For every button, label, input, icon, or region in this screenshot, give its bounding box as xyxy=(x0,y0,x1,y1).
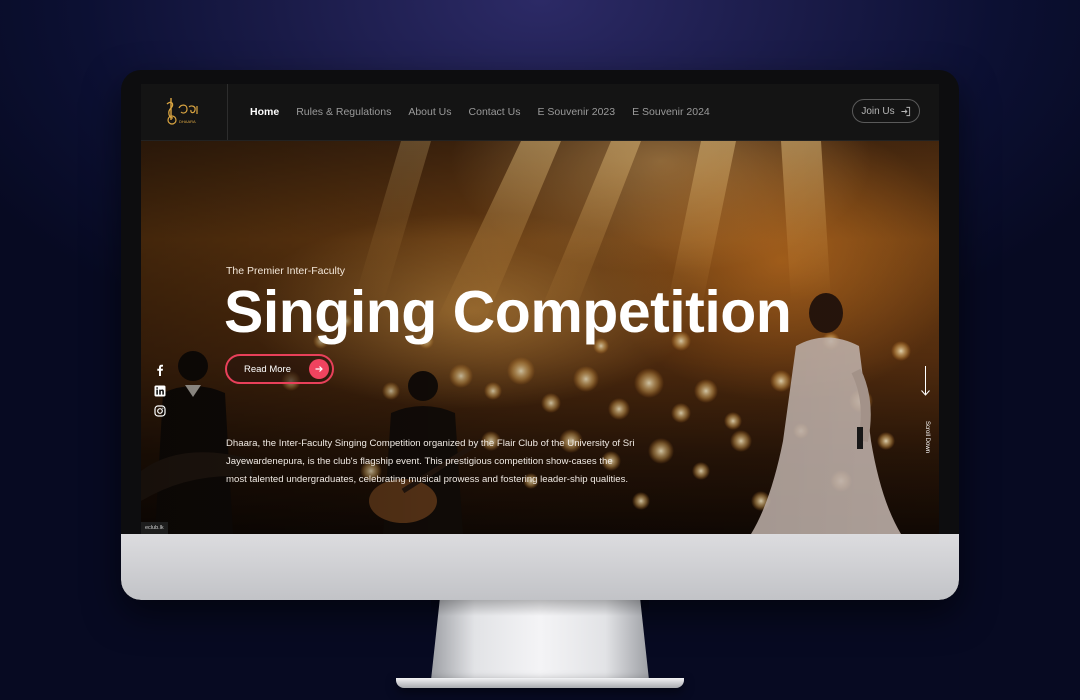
nav-about-us[interactable]: About Us xyxy=(408,106,451,118)
read-more-label: Read More xyxy=(244,364,291,375)
logo-divider xyxy=(227,84,228,140)
linkedin-icon[interactable] xyxy=(154,385,166,397)
login-icon xyxy=(901,106,910,116)
hero-description: Dhaara, the Inter-Faculty Singing Compet… xyxy=(226,438,635,485)
chevron-down-icon xyxy=(921,390,930,396)
main-nav: Home Rules & Regulations About Us Contac… xyxy=(250,84,710,140)
scroll-down-indicator[interactable]: Scroll Down xyxy=(919,366,933,453)
top-navbar: DHAARA Home Rules & Regulations About Us… xyxy=(141,84,939,141)
website-screen: DHAARA Home Rules & Regulations About Us… xyxy=(141,84,939,534)
join-us-label: Join Us xyxy=(861,105,895,117)
nav-home[interactable]: Home xyxy=(250,106,279,118)
imac-monitor: DHAARA Home Rules & Regulations About Us… xyxy=(121,70,959,600)
monitor-chin xyxy=(121,534,959,600)
hero-section: The Premier Inter-Faculty Singing Compet… xyxy=(141,141,939,534)
stand-shadow xyxy=(431,600,649,616)
monitor-stand-base xyxy=(396,678,684,688)
nav-rules-regulations[interactable]: Rules & Regulations xyxy=(296,106,391,118)
hero-eyebrow: The Premier Inter-Faculty xyxy=(226,265,346,277)
facebook-icon[interactable] xyxy=(154,364,166,376)
nav-e-souvenir-2024[interactable]: E Souvenir 2024 xyxy=(632,106,710,118)
logo-text: DHAARA xyxy=(179,119,196,124)
dhaara-logo[interactable]: DHAARA xyxy=(161,94,205,130)
arrow-right-icon xyxy=(309,359,329,379)
join-us-button[interactable]: Join Us xyxy=(852,99,920,123)
status-url: eclub.lk xyxy=(141,522,168,534)
scroll-down-label: Scroll Down xyxy=(924,421,930,454)
nav-contact-us[interactable]: Contact Us xyxy=(469,106,521,118)
nav-e-souvenir-2023[interactable]: E Souvenir 2023 xyxy=(537,106,615,118)
read-more-button[interactable]: Read More xyxy=(225,354,334,384)
hero-headline: Singing Competition xyxy=(224,279,792,345)
instagram-icon[interactable] xyxy=(154,405,166,417)
